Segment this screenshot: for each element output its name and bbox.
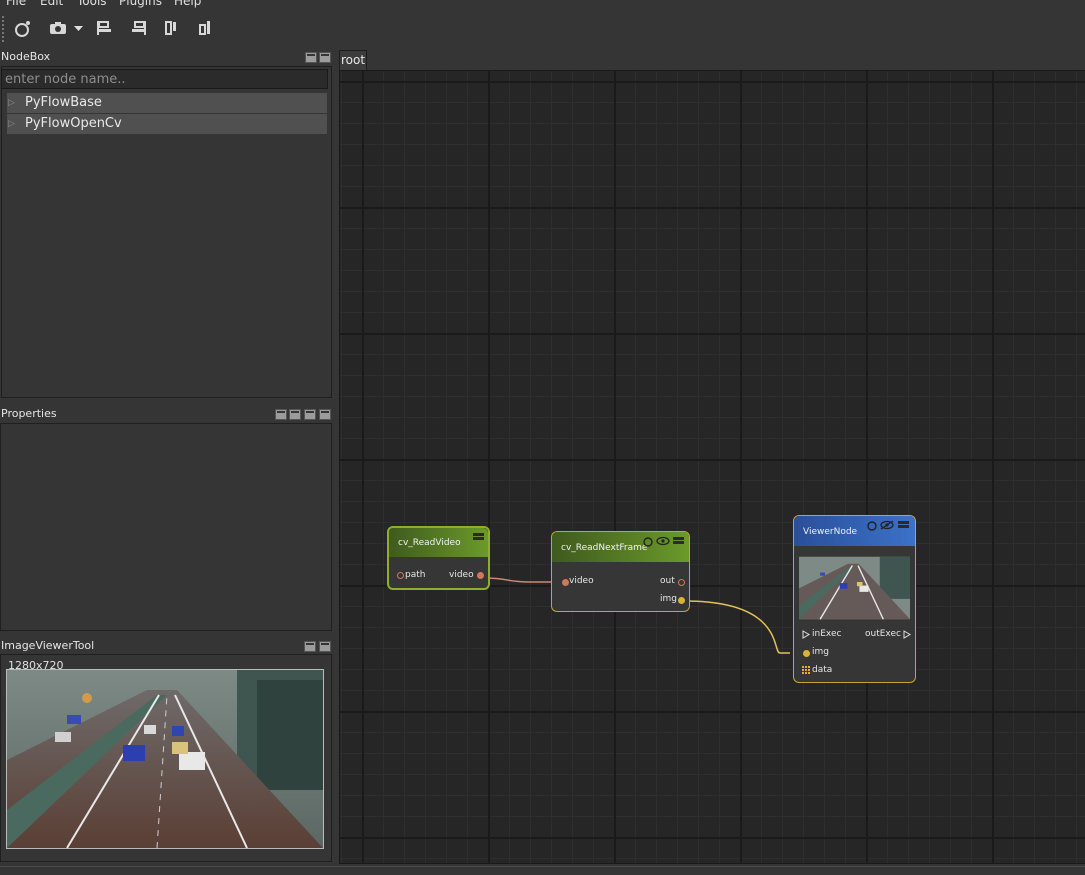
pin-label-data: data xyxy=(812,665,833,675)
pin-img-in[interactable] xyxy=(803,650,810,657)
node-title: ViewerNode xyxy=(803,527,858,537)
data-grid-pin-icon[interactable] xyxy=(802,666,810,674)
menu-icon-line xyxy=(898,525,909,528)
menu-icon[interactable] xyxy=(898,521,909,524)
video-frame-image[interactable] xyxy=(6,669,324,849)
menu-help[interactable]: Help xyxy=(174,0,201,8)
align-right-icon[interactable] xyxy=(127,17,149,39)
clear-icon[interactable] xyxy=(289,409,301,420)
align-bottom-icon[interactable] xyxy=(195,17,217,39)
menu-file[interactable]: File xyxy=(6,0,26,8)
pin-label-out: out xyxy=(660,576,675,586)
node-title: cv_ReadVideo xyxy=(398,538,461,548)
pin-label-img: img xyxy=(660,594,677,604)
pin-video-in[interactable] xyxy=(562,579,569,586)
wire-img xyxy=(684,600,790,654)
menu-icon[interactable] xyxy=(673,537,684,540)
camera-icon[interactable] xyxy=(47,17,69,39)
node-cv-readnextframe[interactable]: cv_ReadNextFrame video out img xyxy=(551,531,690,612)
pin-label-path: path xyxy=(405,570,426,580)
eye-icon[interactable] xyxy=(656,536,670,546)
tab-root[interactable]: root xyxy=(339,50,367,71)
node-viewer[interactable]: ViewerNode inExec outExec img data xyxy=(793,515,916,683)
nodebox-title: NodeBox xyxy=(1,50,51,63)
tree-item-label: PyFlowOpenCv xyxy=(25,116,122,131)
pin-label-video: video xyxy=(449,570,474,580)
menu-icon-line xyxy=(473,537,484,540)
exec-in-pin-icon[interactable] xyxy=(802,630,810,639)
float-icon[interactable] xyxy=(305,52,317,63)
wires-layer xyxy=(482,577,790,654)
menu-bar: File Edit Tools Plugins Help xyxy=(0,0,1085,12)
pin-label-video: video xyxy=(569,576,594,586)
toolbar xyxy=(0,12,1085,46)
viewer-preview-image xyxy=(799,556,910,620)
toolbar-grip[interactable] xyxy=(2,16,6,42)
dropdown-arrow-icon[interactable] xyxy=(71,17,85,39)
menu-icon-line xyxy=(673,541,684,544)
refresh-icon[interactable] xyxy=(642,536,654,548)
screenshot-tool-icon[interactable] xyxy=(11,17,33,39)
node-header[interactable]: cv_ReadNextFrame xyxy=(552,532,689,562)
node-title: cv_ReadNextFrame xyxy=(561,543,648,553)
tree-item-pyflowbase[interactable]: ▷ PyFlowBase xyxy=(7,93,327,113)
tree-item-pyflowopencv[interactable]: ▷ PyFlowOpenCv xyxy=(7,114,327,134)
menu-edit[interactable]: Edit xyxy=(40,0,63,8)
refresh-icon[interactable] xyxy=(866,520,878,532)
eye-icon[interactable] xyxy=(880,520,894,530)
node-graph-canvas[interactable]: cv_ReadVideo path video cv_ReadNextFrame… xyxy=(339,70,1085,864)
align-top-icon[interactable] xyxy=(161,17,183,39)
float-icon[interactable] xyxy=(304,409,316,420)
pin-path[interactable] xyxy=(397,572,404,579)
pin-img-out[interactable] xyxy=(678,597,685,604)
pin-label-outexec: outExec xyxy=(865,629,901,639)
exec-out-pin-icon[interactable] xyxy=(903,630,911,639)
node-cv-readvideo[interactable]: cv_ReadVideo path video xyxy=(387,526,490,590)
node-header[interactable]: ViewerNode xyxy=(794,516,915,546)
menu-plugins[interactable]: Plugins xyxy=(119,0,162,8)
tree-item-label: PyFlowBase xyxy=(25,95,102,110)
close-icon[interactable] xyxy=(319,641,331,652)
pin-out[interactable] xyxy=(678,579,685,586)
wire-video xyxy=(482,577,551,583)
expand-arrow-icon[interactable]: ▷ xyxy=(8,93,15,113)
menu-tools[interactable]: Tools xyxy=(77,0,107,8)
pin-video-out[interactable] xyxy=(477,572,484,579)
properties-panel xyxy=(0,423,332,631)
image-viewer-title: ImageViewerTool xyxy=(1,639,95,652)
node-search-input[interactable]: enter node name.. xyxy=(1,69,328,89)
lock-icon[interactable] xyxy=(275,409,287,420)
expand-arrow-icon[interactable]: ▷ xyxy=(8,114,15,134)
align-left-icon[interactable] xyxy=(94,17,116,39)
close-icon[interactable] xyxy=(319,52,331,63)
node-header[interactable]: cv_ReadVideo xyxy=(389,528,488,557)
pin-label-img: img xyxy=(812,647,829,657)
menu-icon[interactable] xyxy=(473,533,484,536)
close-icon[interactable] xyxy=(319,409,331,420)
pin-label-inexec: inExec xyxy=(812,629,842,639)
float-icon[interactable] xyxy=(304,641,316,652)
